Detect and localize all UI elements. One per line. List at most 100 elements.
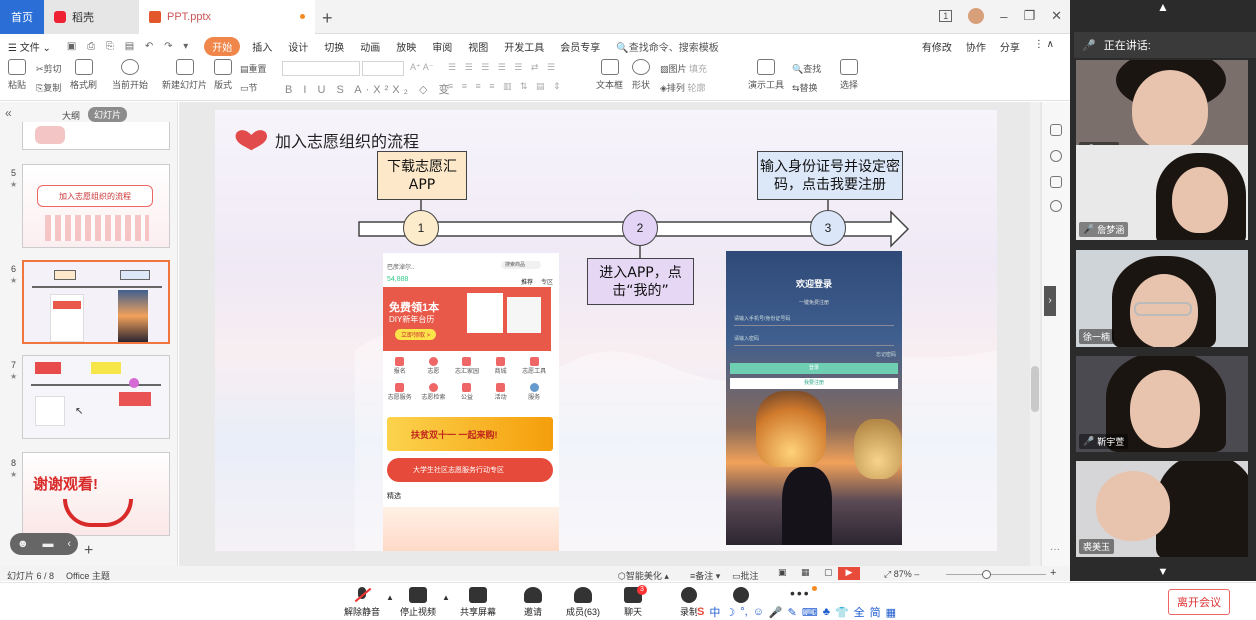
view-mode-icons[interactable]: ▣ ▦ ▢ — [778, 567, 839, 578]
notes-button[interactable]: ≡备注 ▾ — [690, 569, 720, 581]
unmute-button[interactable]: 解除静音 — [344, 587, 380, 618]
collaborate-button[interactable]: 协作 — [966, 39, 986, 54]
app-login-screenshot[interactable]: 欢迎登录 一键免费注册 请输入手机号/身份证号码 请输入密码 忘记密码 登录 我… — [726, 251, 902, 545]
select-button[interactable]: 选择 — [840, 59, 858, 91]
arrange-button[interactable]: ◈排列 轮廓 — [660, 81, 705, 94]
format-painter-button[interactable]: 格式刷 — [70, 59, 97, 91]
close-icon[interactable]: ✕ — [1051, 8, 1062, 24]
replace-button[interactable]: ⇆替换 — [792, 81, 818, 94]
user-avatar[interactable] — [968, 8, 985, 24]
comment-icon[interactable]: ▬ — [42, 538, 53, 550]
sogou-logo-icon[interactable]: S — [697, 606, 704, 618]
restore-icon[interactable]: ❐ — [1023, 8, 1035, 24]
format-buttons[interactable]: B I U S A·X²X₂ ◇ 变 — [285, 81, 453, 97]
menu-view[interactable]: 视图 — [460, 39, 496, 54]
tab-ppt-file[interactable]: PPT.pptx — [139, 0, 315, 34]
ime-tool-icon[interactable]: ♣ — [823, 606, 830, 618]
add-slide-button[interactable]: + — [84, 542, 93, 560]
slide-thumb-6-selected[interactable] — [22, 260, 170, 344]
menu-icon[interactable]: ☰ 文件 ⌄ — [0, 39, 59, 54]
slide-thumb-8[interactable]: 谢谢观看! — [22, 452, 170, 536]
menu-design[interactable]: 设计 — [280, 39, 316, 54]
stop-video-button[interactable]: 停止视频 — [400, 587, 436, 618]
ime-simplified[interactable]: 简 — [870, 604, 881, 620]
menu-review[interactable]: 审阅 — [424, 39, 460, 54]
panel-expand-icon[interactable]: › — [1044, 286, 1056, 316]
menu-start[interactable]: 开始 — [204, 36, 241, 56]
zoom-in-icon[interactable]: + — [1050, 567, 1056, 579]
font-grow-shrink[interactable]: A⁺ A⁻ — [410, 62, 434, 73]
reset-button[interactable]: ▤重置 — [240, 62, 267, 75]
new-slide-button[interactable]: 新建幻灯片 — [162, 59, 207, 91]
animation-icon[interactable] — [1050, 150, 1062, 162]
play-slideshow-icon[interactable]: ▶ — [838, 567, 860, 580]
help-icon[interactable] — [1050, 200, 1062, 212]
quick-access-icons[interactable]: ▣ ⎙ ⎘ ▤ ↶ ↷ ▾ — [59, 41, 200, 52]
picture-button[interactable]: ▨图片 填充 — [660, 62, 707, 75]
video-options-caret[interactable]: ▲ — [442, 593, 450, 602]
tab-home[interactable]: 首页 — [0, 0, 44, 34]
menu-animation[interactable]: 动画 — [352, 39, 388, 54]
menu-slideshow[interactable]: 放映 — [388, 39, 424, 54]
zoom-slider-handle[interactable] — [982, 570, 991, 579]
menu-insert[interactable]: 插入 — [244, 39, 280, 54]
comments-button[interactable]: ▭批注 — [732, 569, 759, 581]
menu-member[interactable]: 会员专享 — [552, 39, 608, 54]
shape-button[interactable]: 形状 — [632, 59, 650, 91]
beautify-button[interactable]: ⬡智能美化 ▴ — [618, 569, 669, 581]
paragraph-buttons[interactable]: ☰ ☰ ☰ ☰ ☰ ⇄ ☰ — [448, 62, 558, 73]
vertical-scrollbar[interactable] — [1030, 102, 1040, 566]
ime-emoji-icon[interactable]: ☺ — [753, 606, 764, 618]
more-dots-icon[interactable]: ··· — [1050, 544, 1060, 555]
ime-punct[interactable]: °, — [740, 606, 747, 618]
scroll-down-icon[interactable]: ▼ — [1070, 566, 1256, 580]
participant-video-tile[interactable]: 徐一楠 — [1076, 250, 1248, 347]
app-home-screenshot[interactable]: 巴彦淖尔.. 搜索商品 54,888 推荐 专区 免费领1本 DIY新年台历 立… — [383, 253, 559, 551]
more-options-icon[interactable]: ••• — [790, 585, 811, 601]
outline-tab[interactable]: 大纲 — [62, 109, 80, 122]
menu-transition[interactable]: 切换 — [316, 39, 352, 54]
page-indicator-icon[interactable]: 1 — [939, 10, 953, 22]
share-screen-button[interactable]: 共享屏幕 — [460, 587, 496, 618]
settings-sliders-icon[interactable] — [1050, 124, 1062, 136]
slides-tab[interactable]: 幻灯片 — [88, 107, 128, 122]
participant-video-tile[interactable]: 裘美玉 — [1076, 461, 1248, 557]
menu-file[interactable]: 文件 — [20, 43, 40, 54]
ime-mic-icon[interactable]: 🎤 — [769, 606, 783, 619]
ime-pen-icon[interactable]: ✎ — [788, 606, 797, 619]
slide-title[interactable]: 加入志愿组织的流程 — [275, 128, 419, 152]
chevron-left-icon[interactable]: ‹ — [67, 538, 71, 550]
menu-developer[interactable]: 开发工具 — [496, 39, 552, 54]
audio-options-caret[interactable]: ▲ — [386, 593, 394, 602]
step-circle-2[interactable]: 2 — [622, 210, 658, 246]
ime-skin-icon[interactable]: 👕 — [835, 606, 849, 619]
step2-box[interactable]: 进入APP，点击“我的” — [587, 258, 694, 305]
share-button[interactable]: 分享 — [1000, 39, 1020, 54]
step-circle-3[interactable]: 3 — [810, 210, 846, 246]
ime-grid-icon[interactable]: ▦ — [886, 606, 896, 619]
current-slide[interactable]: 加入志愿组织的流程 下载志愿汇 APP 输入身份证号并设定密码，点击我要注册 进… — [215, 110, 997, 551]
command-search[interactable]: 🔍查找命令、搜索模板 — [608, 39, 726, 54]
participant-video-tile[interactable]: 🎤 詹梦涵 — [1076, 145, 1248, 240]
step-circle-1[interactable]: 1 — [403, 210, 439, 246]
ime-chinese[interactable]: 中 — [709, 604, 720, 620]
scroll-up-icon[interactable]: ▲ — [1070, 0, 1256, 18]
tab-wps-docer[interactable]: 稻壳 — [44, 0, 139, 34]
reaction-icon[interactable] — [733, 587, 749, 603]
present-tools-button[interactable]: 演示工具 — [748, 59, 784, 91]
find-button[interactable]: 🔍查找 — [792, 62, 821, 75]
font-name-select[interactable] — [282, 61, 360, 76]
step1-box[interactable]: 下载志愿汇 APP — [377, 151, 467, 200]
layout-button[interactable]: 版式 — [214, 59, 232, 91]
record-button[interactable]: 录制 — [680, 587, 698, 618]
leave-meeting-button[interactable]: 离开会议 — [1168, 589, 1230, 615]
modified-button[interactable]: 有修改 — [922, 39, 952, 54]
zoom-slider[interactable] — [946, 574, 1046, 575]
section-button[interactable]: ▭节 — [240, 81, 258, 94]
minimize-icon[interactable]: – — [1000, 9, 1007, 24]
copy-button[interactable]: ⎘复制 — [36, 81, 61, 94]
slide-thumb-4-partial[interactable] — [22, 122, 170, 150]
scrollbar-thumb[interactable] — [1031, 366, 1039, 412]
ime-keyboard-icon[interactable]: ⌨ — [802, 606, 818, 619]
members-button[interactable]: 成员(63) — [566, 587, 600, 618]
